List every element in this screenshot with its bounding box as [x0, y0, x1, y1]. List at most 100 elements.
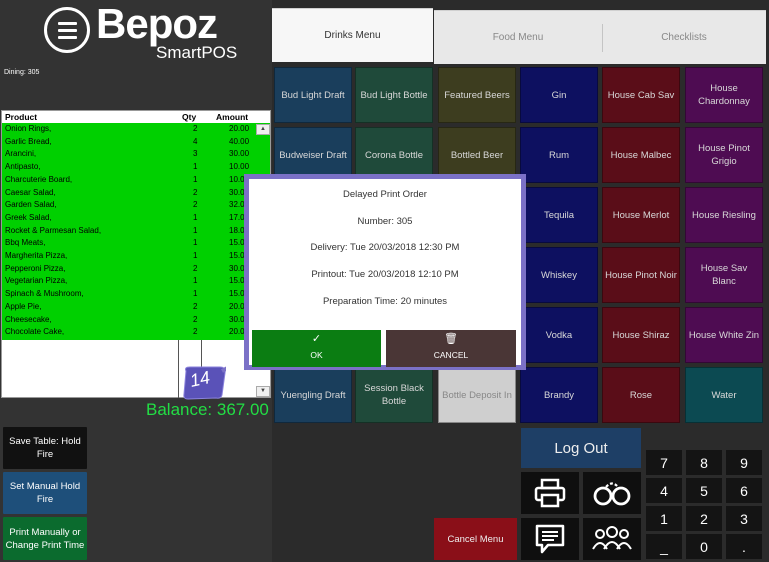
- order-row[interactable]: Garlic Bread, 4 40.00: [2, 136, 270, 149]
- handcuffs-button[interactable]: [583, 472, 641, 514]
- order-amount: 32.0: [229, 200, 245, 210]
- order-row[interactable]: Charcuterie Board, 1 10.0: [2, 174, 270, 187]
- gin-button[interactable]: Gin: [520, 67, 598, 123]
- order-amount: 20.0: [229, 327, 245, 337]
- order-row[interactable]: Arancini, 3 30.00: [2, 148, 270, 161]
- key-7[interactable]: 7: [646, 450, 682, 475]
- print-manually-button[interactable]: Print Manually or Change Print Time: [3, 517, 87, 560]
- order-table[interactable]: Product Qty Amount Onion Rings, 2 20.00 Gar…: [1, 110, 271, 398]
- order-row[interactable]: Garden Salad, 2 32.0: [2, 199, 270, 212]
- dialog-body: Delayed Print Order Number: 305 Delivery…: [249, 179, 521, 367]
- save-table-hold-fire-button[interactable]: Save Table: Hold Fire: [3, 427, 87, 469]
- order-row[interactable]: Greek Salad, 1 17.0: [2, 212, 270, 225]
- header-qty: Qty: [182, 112, 197, 122]
- handcuffs-icon: [593, 482, 631, 506]
- house-riesling-button[interactable]: House Riesling: [685, 187, 763, 243]
- brandy-button[interactable]: Brandy: [520, 367, 598, 423]
- order-table-header: Product Qty Amount: [2, 111, 270, 123]
- order-amount: 30.0: [229, 187, 245, 197]
- vodka-button[interactable]: Vodka: [520, 307, 598, 363]
- cancel-menu-button[interactable]: Cancel Menu: [434, 518, 517, 560]
- header-amount: Amount: [216, 112, 249, 122]
- key-8[interactable]: 8: [686, 450, 722, 475]
- bottle-deposit-in-button[interactable]: Bottle Deposit In: [438, 367, 516, 423]
- tequila-button[interactable]: Tequila: [520, 187, 598, 243]
- house-pinot-grigio-button[interactable]: House Pinot Grigio: [685, 127, 763, 183]
- featured-beers-button[interactable]: Featured Beers: [438, 67, 516, 123]
- yuengling-draft-button[interactable]: Yuengling Draft: [274, 367, 352, 423]
- dialog-number: Number: 305: [357, 216, 413, 227]
- dialog-delivery: Delivery: Tue 20/03/2018 12:30 PM: [310, 242, 460, 253]
- order-row[interactable]: Cheesecake, 2 30.0: [2, 314, 270, 327]
- house-shiraz-button[interactable]: House Shiraz: [602, 307, 680, 363]
- order-product: Margherita Pizza,: [5, 251, 68, 260]
- balance-text: Balance: 367.00: [146, 400, 269, 419]
- group-icon: [592, 526, 632, 550]
- key-4[interactable]: 4: [646, 478, 682, 503]
- order-row[interactable]: Bbq Meats, 1 15.0: [2, 237, 270, 250]
- order-amount: 10.0: [229, 174, 245, 184]
- whiskey-button[interactable]: Whiskey: [520, 247, 598, 303]
- key-1[interactable]: 1: [646, 506, 682, 531]
- rose-button[interactable]: Rose: [602, 367, 680, 423]
- order-row[interactable]: Pepperoni Pizza, 2 30.0: [2, 263, 270, 276]
- menu-icon: [44, 7, 90, 53]
- order-row[interactable]: Onion Rings, 2 20.00: [2, 123, 270, 136]
- order-qty: 2: [193, 200, 198, 210]
- house-merlot-button[interactable]: House Merlot: [602, 187, 680, 243]
- dining-label: Dining: 305: [4, 69, 40, 76]
- set-manual-hold-fire-button[interactable]: Set Manual Hold Fire: [3, 472, 87, 514]
- house-white-zin-button[interactable]: House White Zin: [685, 307, 763, 363]
- order-product: Charcuterie Board,: [5, 174, 73, 184]
- key-0[interactable]: 0: [686, 534, 722, 559]
- order-row[interactable]: Vegetarian Pizza, 1 15.0: [2, 275, 270, 288]
- dialog-title: Delayed Print Order: [343, 189, 427, 200]
- order-amount: 17.0: [229, 212, 245, 222]
- key-6[interactable]: 6: [726, 478, 762, 503]
- bud-light-draft-button[interactable]: Bud Light Draft: [274, 67, 352, 123]
- rum-button[interactable]: Rum: [520, 127, 598, 183]
- order-product: Pepperoni Pizza,: [5, 263, 66, 273]
- house-malbec-button[interactable]: House Malbec: [602, 127, 680, 183]
- tab-checklists[interactable]: Checklists: [602, 10, 766, 64]
- log-out-button[interactable]: Log Out: [521, 428, 641, 468]
- key-3[interactable]: 3: [726, 506, 762, 531]
- bud-light-bottle-button[interactable]: Bud Light Bottle: [355, 67, 433, 123]
- order-row[interactable]: Apple Pie, 2 20.0: [2, 301, 270, 314]
- house-sav-blanc-button[interactable]: House Sav Blanc: [685, 247, 763, 303]
- ok-button[interactable]: ✓ OK: [252, 330, 381, 367]
- customers-button[interactable]: [583, 518, 641, 560]
- message-button[interactable]: [521, 518, 579, 560]
- cancel-button[interactable]: 🗑 CANCEL: [386, 330, 516, 367]
- key-underscore[interactable]: _: [646, 534, 682, 559]
- order-row[interactable]: Margherita Pizza, 1 15.0: [2, 250, 270, 263]
- key-dot[interactable]: .: [726, 534, 762, 559]
- tab-food-menu[interactable]: Food Menu: [434, 10, 602, 64]
- dialog-prep-time: Preparation Time: 20 minutes: [322, 296, 448, 307]
- order-row[interactable]: Caesar Salad, 2 30.0: [2, 187, 270, 200]
- key-2[interactable]: 2: [686, 506, 722, 531]
- order-qty: 2: [193, 124, 198, 133]
- key-5[interactable]: 5: [686, 478, 722, 503]
- order-qty: 3: [193, 149, 198, 159]
- order-product: Garden Salad,: [5, 200, 57, 210]
- water-button[interactable]: Water: [685, 367, 763, 423]
- session-black-bottle-button[interactable]: Session Black Bottle: [355, 367, 433, 423]
- ok-label: OK: [310, 350, 323, 360]
- house-chardonnay-button[interactable]: House Chardonnay: [685, 67, 763, 123]
- order-product: Caesar Salad,: [5, 187, 56, 197]
- print-button[interactable]: [521, 472, 579, 514]
- scroll-up-button[interactable]: ▲: [256, 124, 270, 135]
- scroll-down-button[interactable]: ▼: [256, 386, 270, 397]
- order-product: Vegetarian Pizza,: [5, 276, 68, 286]
- house-pinot-noir-button[interactable]: House Pinot Noir: [602, 247, 680, 303]
- order-product: Garlic Bread,: [5, 136, 52, 146]
- order-row[interactable]: Rocket & Parmesan Salad, 1 18.0: [2, 225, 270, 238]
- house-cab-sav-button[interactable]: House Cab Sav: [602, 67, 680, 123]
- order-row[interactable]: Spinach & Mushroom, 1 15.0: [2, 288, 270, 301]
- key-9[interactable]: 9: [726, 450, 762, 475]
- order-amount: 15.0: [229, 276, 245, 286]
- order-row[interactable]: Antipasto, 1 10.00: [2, 161, 270, 174]
- order-row[interactable]: Chocolate Cake, 2 20.0: [2, 326, 270, 339]
- tab-drinks-menu[interactable]: Drinks Menu: [272, 8, 433, 62]
